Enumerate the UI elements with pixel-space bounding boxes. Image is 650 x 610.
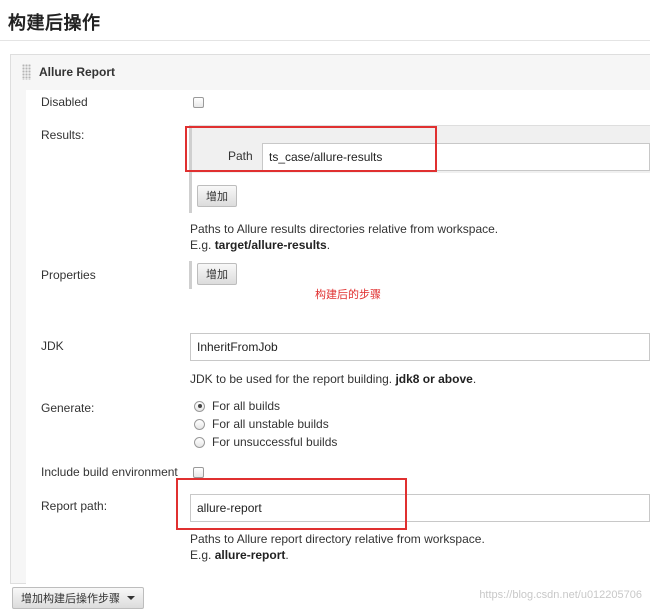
caret-down-icon — [127, 596, 135, 600]
report-path-help-line1: Paths to Allure report directory relativ… — [190, 532, 485, 546]
results-repeatable-rail — [189, 173, 192, 213]
section-title: 构建后操作 — [8, 13, 101, 34]
watermark: https://blog.csdn.net/u012205706 — [479, 589, 642, 601]
generate-option-unsuccessful[interactable]: For unsuccessful builds — [194, 435, 337, 449]
report-path-help-example: allure-report — [214, 548, 286, 562]
generate-label: Generate: — [41, 401, 95, 415]
properties-add-button[interactable]: 增加 — [197, 263, 237, 285]
step-title: Allure Report — [39, 65, 116, 79]
disabled-checkbox[interactable] — [193, 97, 204, 108]
radio-icon[interactable] — [194, 400, 205, 412]
annotation-text: 构建后的步骤 — [315, 288, 381, 301]
properties-label: Properties — [41, 268, 96, 282]
results-help-line1: Paths to Allure results directories rela… — [190, 222, 499, 236]
report-path-help-line2: E.g. allure-report. — [190, 548, 289, 562]
results-help-line2: E.g. target/allure-results. — [190, 238, 331, 252]
drag-handle-icon[interactable] — [22, 64, 31, 80]
generate-option-label: For unsuccessful builds — [212, 435, 338, 449]
add-post-build-step-button[interactable]: 增加构建后操作步骤 — [12, 587, 144, 609]
jdk-label: JDK — [41, 339, 64, 353]
radio-icon[interactable] — [194, 436, 205, 448]
include-env-label: Include build environment — [41, 465, 178, 479]
add-post-build-step-label: 增加构建后操作步骤 — [21, 592, 120, 605]
include-env-checkbox[interactable] — [193, 467, 204, 478]
results-path-highlight — [185, 126, 437, 172]
report-path-highlight — [176, 478, 407, 530]
title-divider — [0, 40, 650, 41]
results-add-button[interactable]: 增加 — [197, 185, 237, 207]
jdk-input[interactable]: InheritFromJob — [190, 333, 650, 361]
generate-option-all[interactable]: For all builds — [194, 399, 280, 413]
generate-option-unstable[interactable]: For all unstable builds — [194, 417, 329, 431]
generate-option-label: For all unstable builds — [212, 417, 329, 431]
radio-icon[interactable] — [194, 418, 205, 430]
properties-repeatable-rail — [189, 261, 192, 289]
report-path-help: Paths to Allure report directory relativ… — [190, 531, 485, 563]
results-label: Results: — [41, 128, 85, 142]
results-help: Paths to Allure results directories rela… — [190, 221, 498, 253]
jdk-help: JDK to be used for the report building. … — [190, 372, 477, 386]
report-path-label: Report path: — [41, 499, 108, 513]
generate-option-label: For all builds — [212, 399, 281, 413]
results-help-example: target/allure-results — [214, 238, 327, 252]
jdk-help-bold: jdk8 or above — [395, 372, 473, 386]
disabled-label: Disabled — [41, 95, 88, 109]
